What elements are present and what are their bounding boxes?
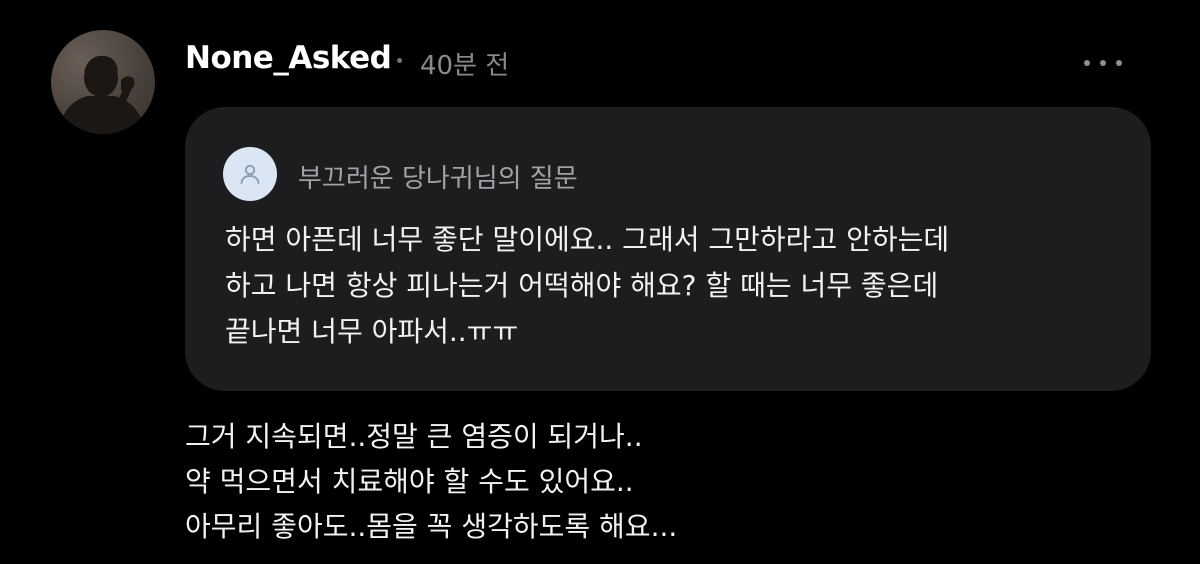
silhouette-icon bbox=[59, 55, 143, 134]
more-horizontal-icon bbox=[1100, 60, 1106, 66]
answer-line: 약 먹으면서 치료해야 할 수도 있어요.. bbox=[185, 465, 634, 498]
post: None_Asked 40분 전 부끄러운 당나귀님의 질문 하면 아픈데 너무… bbox=[0, 0, 1200, 564]
answer-line: 아무리 좋아도..몸을 꼭 생각하도록 해요... bbox=[185, 510, 678, 543]
post-timestamp: 40분 전 bbox=[420, 51, 510, 81]
user-icon bbox=[223, 147, 277, 201]
answer-text: 그거 지속되면..정말 큰 염증이 되거나.. 약 먹으면서 치료해야 할 수도… bbox=[185, 414, 1165, 549]
question-card[interactable]: 부끄러운 당나귀님의 질문 하면 아픈데 너무 좋단 말이에요.. 그래서 그만… bbox=[185, 107, 1151, 391]
answer-line: 그거 지속되면..정말 큰 염증이 되거나.. bbox=[185, 420, 643, 453]
author-avatar[interactable] bbox=[51, 30, 155, 134]
more-horizontal-icon bbox=[1116, 60, 1122, 66]
question-title: 부끄러운 당나귀님의 질문 bbox=[298, 164, 578, 194]
author-name[interactable]: None_Asked bbox=[185, 40, 392, 76]
question-line: 하고 나면 항상 피나는거 어떡해야 해요? 할 때는 너무 좋은데 bbox=[225, 269, 939, 302]
separator-dot bbox=[397, 58, 402, 63]
question-line: 하면 아픈데 너무 좋단 말이에요.. 그래서 그만하라고 안하는데 bbox=[225, 223, 950, 256]
question-body: 하면 아픈데 너무 좋단 말이에요.. 그래서 그만하라고 안하는데 하고 나면… bbox=[225, 217, 1125, 355]
more-horizontal-icon bbox=[1084, 60, 1090, 66]
more-options-button[interactable] bbox=[1078, 48, 1128, 78]
question-line: 끝나면 너무 아파서..ㅠㅠ bbox=[225, 315, 519, 348]
